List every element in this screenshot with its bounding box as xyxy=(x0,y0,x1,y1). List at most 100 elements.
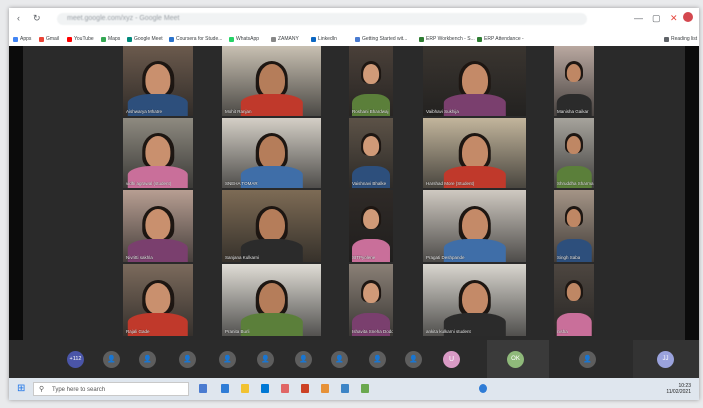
store-icon[interactable] xyxy=(261,384,269,393)
profile-avatar[interactable] xyxy=(683,12,693,22)
participant-face xyxy=(258,208,285,242)
participant-tile[interactable]: Singh Saba xyxy=(554,190,594,262)
bookmark-item[interactable]: WhatsApp xyxy=(229,36,259,42)
bookmark-label: Apps xyxy=(20,36,32,42)
close-icon[interactable]: ✕ xyxy=(670,13,678,24)
bookmark-item[interactable]: ZAMANY xyxy=(271,36,299,42)
weather-icon[interactable] xyxy=(479,384,487,393)
participant-avatar[interactable]: 👤 xyxy=(579,351,596,368)
maximize-icon[interactable]: ▢ xyxy=(652,13,661,24)
participant-face xyxy=(145,282,171,315)
clock-date: 11/02/2021 xyxy=(666,389,691,395)
participant-tile[interactable]: Harshad More (Student) xyxy=(423,118,526,188)
taskbar-search-input[interactable]: Type here to search xyxy=(33,382,189,396)
search-icon: ⚲ xyxy=(39,386,45,393)
app-icon[interactable] xyxy=(301,384,309,393)
participant-tile[interactable]: SITPyolene xyxy=(349,190,393,262)
app-icon-2[interactable] xyxy=(321,384,329,393)
participant-face xyxy=(461,64,488,97)
participant-tile[interactable]: Manisha Gaikar xyxy=(554,46,594,116)
participant-avatar[interactable]: 👤 xyxy=(369,351,386,368)
participant-face xyxy=(363,136,379,156)
participant-name: Nivritti sakhla xyxy=(126,255,153,260)
self-avatar[interactable]: OK xyxy=(507,351,524,368)
participant-name: Rajali Gade xyxy=(126,329,150,334)
more-participants-button[interactable]: +112 xyxy=(67,351,84,368)
participant-face xyxy=(145,208,171,241)
participant-tile[interactable]: Pragati Deshpande xyxy=(423,190,526,262)
participant-name: vidhi agrawal (student) xyxy=(126,181,172,186)
participant-tile[interactable]: Nivritti sakhla xyxy=(123,190,193,262)
participant-tile[interactable]: Aishwarya Mhatre xyxy=(123,46,193,116)
participant-tile[interactable]: SNEHA TOMAR xyxy=(222,118,321,188)
bookmark-favicon-icon xyxy=(355,36,360,42)
bookmark-favicon-icon xyxy=(67,36,72,42)
participant-avatar[interactable]: 👤 xyxy=(179,351,196,368)
windows-start-icon[interactable]: ⊞ xyxy=(17,384,27,394)
task-view-icon[interactable] xyxy=(199,384,207,393)
participant-name: Sanjana Kulkarni xyxy=(225,255,260,260)
participant-avatar[interactable]: 👤 xyxy=(257,351,274,368)
bookmark-item[interactable]: Maps xyxy=(101,36,120,42)
bookmark-item[interactable]: Apps xyxy=(13,36,31,42)
participant-avatar[interactable]: 👤 xyxy=(331,351,348,368)
participant-tile[interactable]: vidhi agrawal (student) xyxy=(123,118,193,188)
participant-name: Pragati Deshpande xyxy=(426,255,465,260)
participant-tile[interactable]: Sanjana Kulkarni xyxy=(222,190,321,262)
participant-tile[interactable]: Roshani Bhardwaj xyxy=(349,46,393,116)
bookmark-item[interactable]: Google Meet xyxy=(127,36,163,42)
participant-tile[interactable]: Mohit Ranjan xyxy=(222,46,321,116)
participant-name: Roshani Bhardwaj xyxy=(352,109,389,114)
bookmark-favicon-icon xyxy=(13,36,18,42)
participant-name: Manisha Gaikar xyxy=(557,109,589,114)
bookmark-item[interactable]: ERP Attendance - xyxy=(477,36,524,42)
participant-face xyxy=(145,64,171,96)
url-field[interactable]: meet.google.com/xyz - Google Meet xyxy=(57,13,587,25)
file-explorer-icon[interactable] xyxy=(241,384,249,393)
participant-name: Aishwarya Mhatre xyxy=(126,109,163,114)
bookmark-label: Reading list xyxy=(671,36,698,42)
participant-tile[interactable]: Rajali Gade xyxy=(123,264,193,336)
app-icon-4[interactable] xyxy=(361,384,369,393)
participant-avatar[interactable]: 👤 xyxy=(405,351,422,368)
presenter-avatar[interactable]: JJ xyxy=(657,351,674,368)
bookmark-item[interactable]: LinkedIn xyxy=(311,36,337,42)
participant-face xyxy=(363,282,379,303)
back-arrow-icon[interactable]: ‹ xyxy=(17,13,20,23)
app-icon-3[interactable] xyxy=(341,384,349,393)
bookmark-favicon-icon xyxy=(169,36,174,42)
participant-tile[interactable]: Pranita Burli xyxy=(222,264,321,336)
participant-avatar[interactable]: 👤 xyxy=(219,351,236,368)
reload-icon[interactable]: ↻ xyxy=(33,13,41,24)
participant-tile[interactable]: Ishavita Sneha Dodda xyxy=(349,264,393,336)
minimize-icon[interactable]: — xyxy=(634,13,643,23)
participant-tile[interactable]: Vaibhavi Sukhija xyxy=(423,46,526,116)
participant-tile[interactable]: nisha xyxy=(554,264,594,336)
bookmark-item[interactable]: Coursera for Stude... xyxy=(169,36,222,42)
bookmark-item[interactable]: YouTube xyxy=(67,36,94,42)
bookmark-favicon-icon xyxy=(419,36,424,42)
participant-tile[interactable]: Shruddha Sharma xyxy=(554,118,594,188)
participant-grid: Aishwarya Mhatre Mohit Ranjan Roshani Bhar… xyxy=(23,46,685,340)
participant-tile[interactable]: Vaishnavi Bhalke xyxy=(349,118,393,188)
windows-taskbar: ⊞ Type here to search ⚲ 10:23 11/02/2021 xyxy=(9,378,699,400)
bookmark-favicon-icon xyxy=(127,36,132,42)
bookmark-item[interactable]: Gmail xyxy=(39,36,59,42)
taskbar-clock[interactable]: 10:23 11/02/2021 xyxy=(666,383,691,395)
browser-window: ‹ ↻ meet.google.com/xyz - Google Meet — … xyxy=(9,8,699,400)
bookmark-item[interactable]: ERP Workbench - S... xyxy=(419,36,475,42)
edge-icon[interactable] xyxy=(221,384,229,393)
participant-avatar[interactable]: 👤 xyxy=(139,351,156,368)
bookmark-item[interactable]: Reading list xyxy=(664,36,697,42)
bookmark-item[interactable]: Getting Started wit... xyxy=(355,36,407,42)
participant-name: Pranita Burli xyxy=(225,329,250,334)
bookmark-label: Coursera for Stude... xyxy=(176,36,223,42)
participant-avatar[interactable]: U xyxy=(443,351,460,368)
participant-name: Ishavita Sneha Dodda xyxy=(352,329,393,334)
participant-avatar[interactable]: 👤 xyxy=(103,351,120,368)
bookmark-favicon-icon xyxy=(39,36,44,42)
participant-avatar[interactable]: 👤 xyxy=(295,351,312,368)
bookmark-label: LinkedIn xyxy=(318,36,337,42)
chrome-icon[interactable] xyxy=(281,384,289,393)
participant-tile[interactable]: ankita kulkarni student xyxy=(423,264,526,336)
